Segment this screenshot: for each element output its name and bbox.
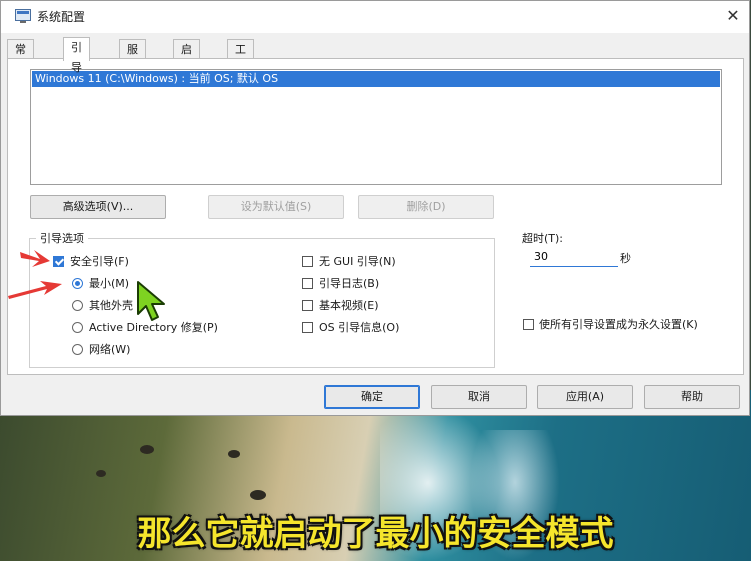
tab-boot[interactable]: 引导 bbox=[63, 37, 90, 74]
tab-general[interactable]: 常规 bbox=[7, 39, 34, 76]
tab-startup[interactable]: 启动 bbox=[173, 39, 200, 76]
tab-tools[interactable]: 工具 bbox=[227, 39, 254, 76]
boot-log-checkbox[interactable]: 引导日志(B) bbox=[302, 276, 379, 292]
system-configuration-window: 系统配置 ✕ 常规 引导 服务 启动 工具 Windows 11 (C:\Win… bbox=[0, 0, 750, 416]
delete-button[interactable]: 删除(D) bbox=[358, 195, 494, 219]
checkbox-checked-icon bbox=[53, 256, 64, 267]
cursor-icon bbox=[137, 281, 165, 321]
checkbox-icon bbox=[302, 322, 313, 333]
radio-icon bbox=[72, 300, 83, 311]
timeout-input[interactable] bbox=[530, 247, 618, 267]
msconfig-app-icon bbox=[15, 9, 31, 23]
no-gui-boot-checkbox[interactable]: 无 GUI 引导(N) bbox=[302, 254, 396, 270]
set-default-button[interactable]: 设为默认值(S) bbox=[208, 195, 344, 219]
timeout-label: 超时(T): bbox=[522, 232, 564, 245]
help-button[interactable]: 帮助 bbox=[644, 385, 740, 409]
minimal-radio[interactable]: 最小(M) bbox=[72, 276, 129, 292]
base-video-checkbox[interactable]: 基本视频(E) bbox=[302, 298, 379, 314]
cancel-button[interactable]: 取消 bbox=[431, 385, 527, 409]
red-arrow-icon bbox=[20, 250, 50, 267]
timeout-unit: 秒 bbox=[620, 252, 631, 265]
close-icon[interactable]: ✕ bbox=[721, 4, 745, 28]
radio-icon bbox=[72, 344, 83, 355]
checkbox-icon bbox=[523, 319, 534, 330]
boot-options-title: 引导选项 bbox=[36, 230, 88, 246]
checkbox-icon bbox=[302, 278, 313, 289]
red-arrow-icon bbox=[8, 281, 62, 299]
video-subtitle: 那么它就启动了最小的安全模式 bbox=[137, 514, 614, 554]
network-radio[interactable]: 网络(W) bbox=[72, 342, 130, 358]
os-list-item[interactable]: Windows 11 (C:\Windows) : 当前 OS; 默认 OS bbox=[32, 71, 720, 87]
radio-selected-icon bbox=[72, 278, 83, 289]
checkbox-icon bbox=[302, 256, 313, 267]
make-permanent-checkbox[interactable]: 使所有引导设置成为永久设置(K) bbox=[523, 317, 738, 333]
apply-button[interactable]: 应用(A) bbox=[537, 385, 633, 409]
safe-boot-checkbox[interactable]: 安全引导(F) bbox=[53, 254, 129, 270]
advanced-options-button[interactable]: 高级选项(V)... bbox=[30, 195, 166, 219]
ok-button[interactable]: 确定 bbox=[324, 385, 420, 409]
os-boot-info-checkbox[interactable]: OS 引导信息(O) bbox=[302, 320, 399, 336]
window-title: 系统配置 bbox=[37, 10, 86, 24]
checkbox-icon bbox=[302, 300, 313, 311]
alternate-shell-radio[interactable]: 其他外壳 bbox=[72, 298, 133, 314]
title-bar: 系统配置 ✕ bbox=[1, 1, 749, 33]
boot-tab-panel: Windows 11 (C:\Windows) : 当前 OS; 默认 OS 高… bbox=[7, 58, 744, 375]
tab-services[interactable]: 服务 bbox=[119, 39, 146, 76]
radio-icon bbox=[72, 322, 83, 333]
os-list[interactable]: Windows 11 (C:\Windows) : 当前 OS; 默认 OS bbox=[30, 69, 722, 185]
